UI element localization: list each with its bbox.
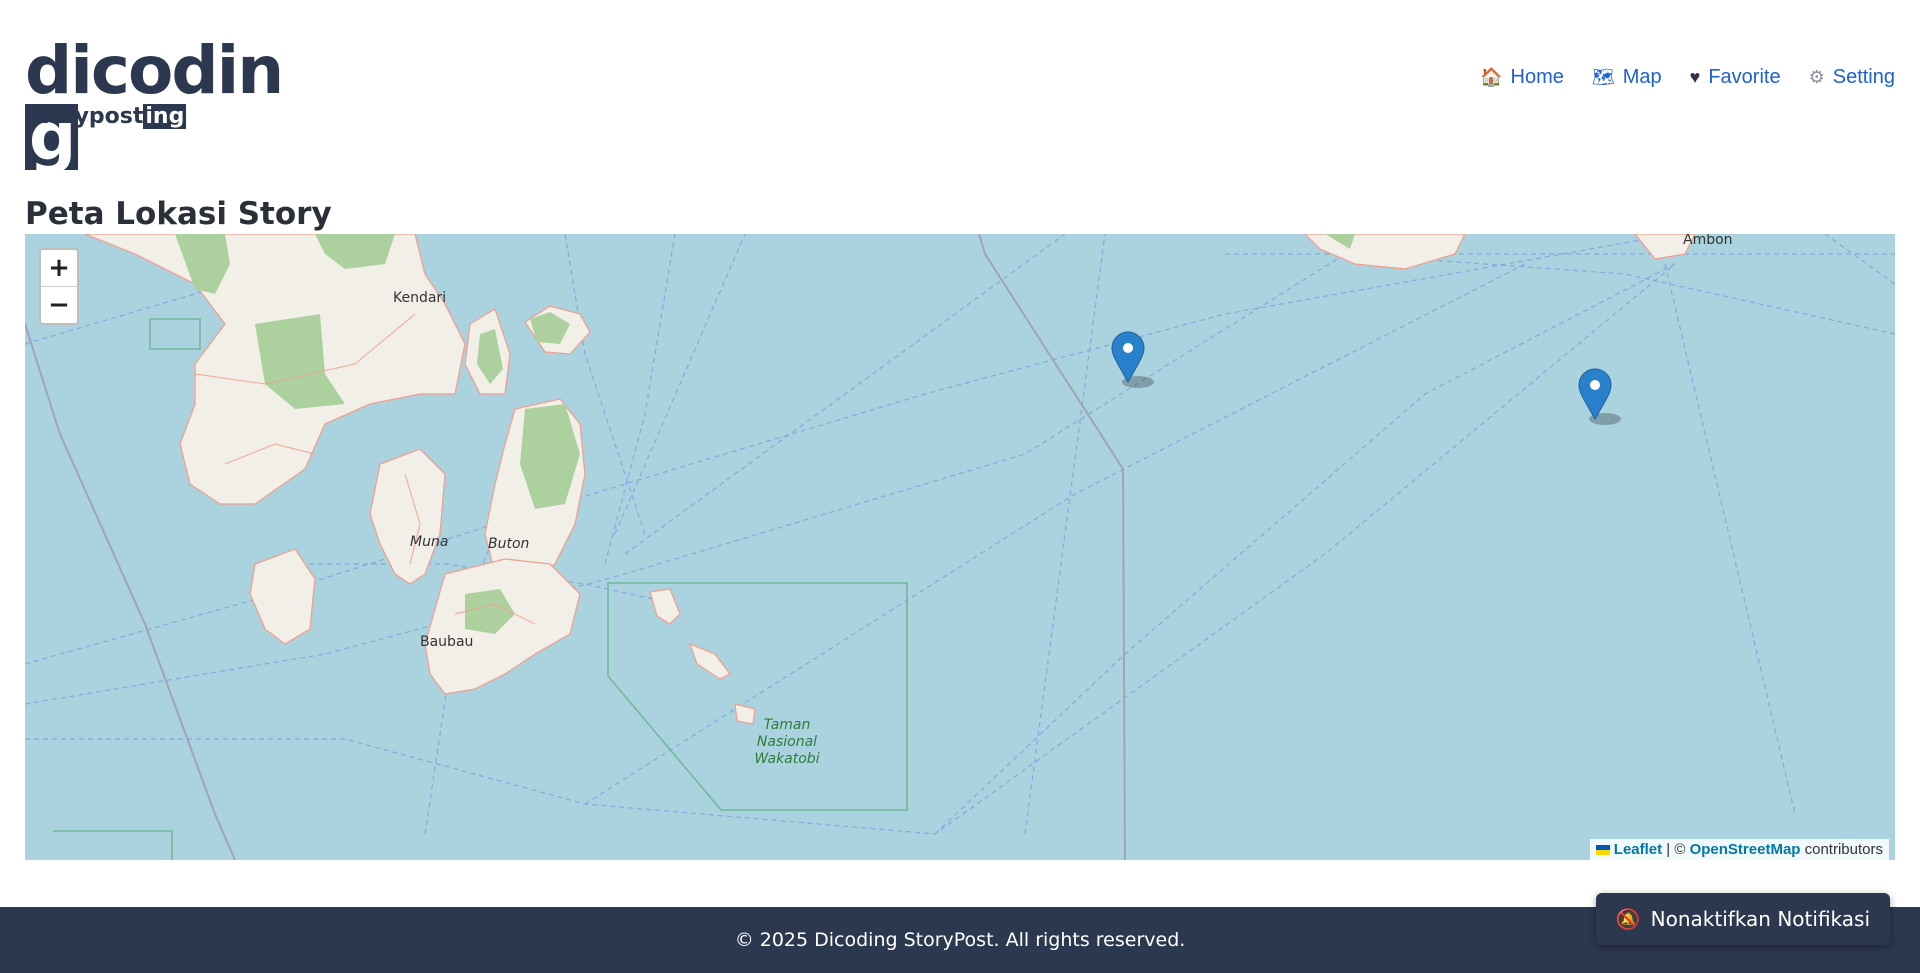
disable-notification-button[interactable]: 🔕 Nonaktifkan Notifikasi <box>1595 893 1890 945</box>
heart-icon: ♥ <box>1689 67 1701 87</box>
header: dicoding storyposting 🏠 Home 🗺 Map ♥ Favori… <box>0 0 1920 170</box>
brand-logo[interactable]: dicoding storyposting <box>25 38 285 170</box>
map-label-park-1: Taman <box>764 717 811 733</box>
nav-favorite-link[interactable]: ♥ Favorite <box>1690 66 1781 89</box>
logo-sub-main: storypost <box>25 104 144 129</box>
map-marker[interactable] <box>1111 331 1154 388</box>
page-title: Peta Lokasi Story <box>25 196 332 232</box>
map-label-park-3: Wakatobi <box>754 751 819 767</box>
map-label-baubau: Baubau <box>420 634 473 650</box>
nav-home-label: Home <box>1510 66 1564 88</box>
gear-icon: ⚙ <box>1808 67 1825 87</box>
map-attribution: Leaflet | © OpenStreetMap contributors <box>1589 839 1889 860</box>
nav-favorite-label: Favorite <box>1708 66 1781 88</box>
map-marker[interactable] <box>1578 368 1621 425</box>
nav-map-link[interactable]: 🗺 Map <box>1592 66 1662 89</box>
map-label-kendari: Kendari <box>393 290 446 306</box>
park-label: Taman Nasional Wakatobi <box>754 717 819 767</box>
nav-map-label: Map <box>1622 66 1662 88</box>
map-icon: 🗺 <box>1591 67 1615 87</box>
zoom-in-button[interactable]: + <box>41 250 77 286</box>
attribution-separator: | © <box>1662 841 1690 858</box>
map-label-ambon: Ambon <box>1683 234 1733 248</box>
zoom-out-button[interactable]: − <box>41 286 77 323</box>
ukraine-flag-icon <box>1595 845 1610 856</box>
zoom-control: + − <box>39 248 79 325</box>
osm-link[interactable]: OpenStreetMap <box>1690 841 1801 858</box>
disable-notification-label: Nonaktifkan Notifikasi <box>1650 907 1870 931</box>
footer-copyright: © 2025 Dicoding StoryPost. All rights re… <box>734 929 1186 951</box>
bell-off-icon: 🔕 <box>1615 907 1641 931</box>
main-nav: 🏠 Home 🗺 Map ♥ Favorite ⚙ Setting <box>1480 66 1895 89</box>
leaflet-link[interactable]: Leaflet <box>1614 841 1662 858</box>
logo-sub-last: ing <box>143 104 187 129</box>
story-map[interactable]: Kendari Ambon Muna Buton Baubau Taman Na… <box>25 234 1895 860</box>
nav-setting-label: Setting <box>1832 66 1895 88</box>
map-label-park-2: Nasional <box>757 734 817 750</box>
place-labels: Kendari Ambon Muna Buton Baubau <box>393 234 1733 650</box>
land-masses <box>84 234 1696 725</box>
attribution-contributors: contributors <box>1800 841 1883 858</box>
map-label-buton: Buton <box>488 536 529 552</box>
house-icon: 🏠 <box>1480 67 1503 87</box>
map-tiles: Kendari Ambon Muna Buton Baubau Taman Na… <box>25 234 1895 860</box>
map-label-muna: Muna <box>410 534 448 550</box>
nav-setting-link[interactable]: ⚙ Setting <box>1809 66 1895 89</box>
nav-home-link[interactable]: 🏠 Home <box>1480 66 1564 89</box>
logo-subtitle: storyposting <box>25 104 187 129</box>
